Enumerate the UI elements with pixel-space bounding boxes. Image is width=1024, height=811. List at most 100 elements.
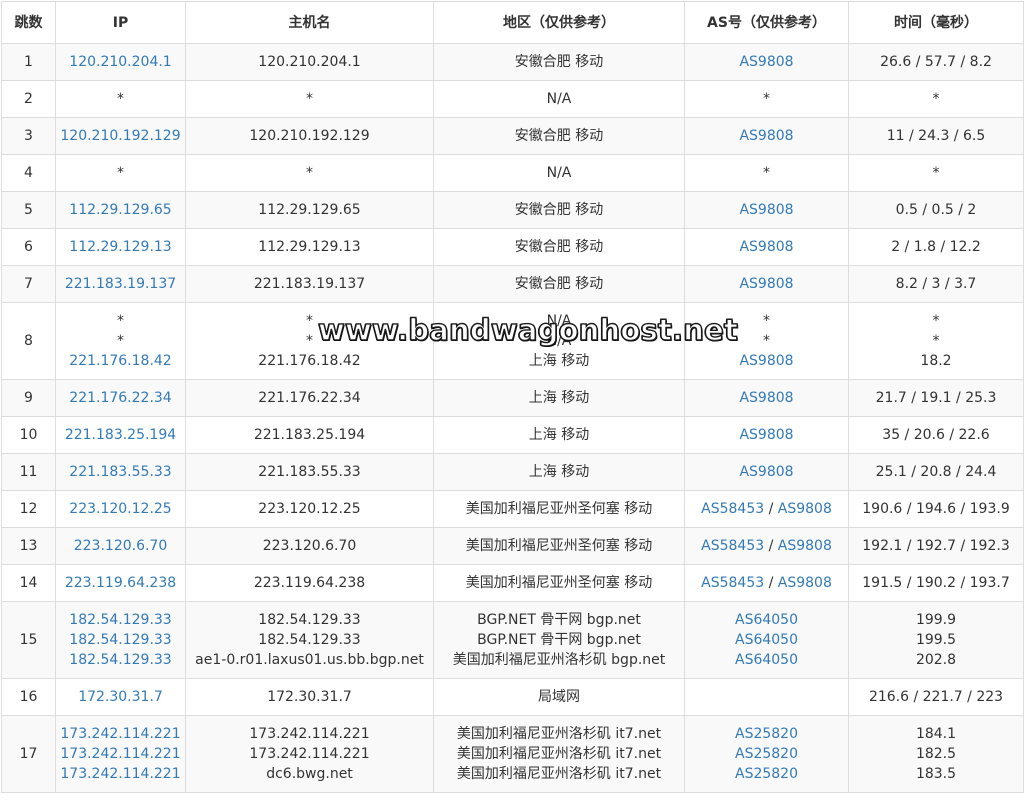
as-link[interactable]: AS9808: [739, 427, 793, 443]
hostname-text: 223.120.6.70: [262, 538, 357, 554]
as-line: AS9808: [739, 202, 793, 218]
as-link[interactable]: AS25820: [735, 746, 798, 762]
host-cell: 223.120.6.70: [185, 527, 434, 565]
time-cell: *: [848, 80, 1024, 118]
ip-link[interactable]: 223.120.12.25: [69, 501, 171, 517]
as-line: AS9808: [739, 390, 793, 406]
ip-link[interactable]: 221.183.55.33: [69, 464, 171, 480]
ip-link[interactable]: 221.176.18.42: [60, 351, 181, 371]
location-text: 美国加利福尼亚州圣何塞 移动: [465, 538, 653, 554]
as-line: AS9808: [739, 239, 793, 255]
header-row: 跳数 IP 主机名 地区（仅供参考） AS号（仅供参考） 时间（毫秒）: [1, 1, 1024, 44]
time-text: 0.5 / 0.5 / 2: [895, 202, 977, 218]
hostname-text: 112.29.129.65: [258, 202, 361, 218]
table-row: 17 173.242.114.221 173.242.114.221 173.242.…: [1, 715, 1024, 793]
time-cell: 191.5 / 190.2 / 193.7: [848, 564, 1024, 602]
hop-cell: 16: [1, 678, 56, 716]
ip-link[interactable]: 221.183.25.194: [65, 427, 176, 443]
ip-link[interactable]: 172.30.31.7: [78, 689, 163, 705]
as-line: AS9808: [739, 128, 793, 144]
hostname-text: dc6.bwg.net: [266, 766, 353, 782]
as-link[interactable]: AS9808: [778, 538, 832, 554]
ip-link[interactable]: 221.183.19.137: [65, 276, 176, 292]
location-text: 上海 移动: [528, 427, 590, 443]
as-link[interactable]: AS64050: [735, 632, 798, 648]
ip-link[interactable]: 120.210.204.1: [69, 54, 171, 70]
ip-link[interactable]: 223.120.6.70: [74, 538, 168, 554]
as-link[interactable]: AS9808: [778, 501, 832, 517]
as-cell: AS9808: [684, 379, 849, 417]
as-link[interactable]: AS9808: [739, 464, 793, 480]
table-body: 1 120.210.204.1 120.210.204.1 安徽合肥 移动 AS9808…: [1, 43, 1024, 793]
loc-cell: 局域网: [433, 678, 685, 716]
as-link[interactable]: AS58453: [701, 538, 764, 554]
loc-cell: 美国加利福尼亚州圣何塞 移动: [433, 490, 685, 528]
as-link[interactable]: AS58453: [701, 501, 764, 517]
as-link[interactable]: AS9808: [739, 276, 793, 292]
as-link[interactable]: AS9808: [739, 54, 793, 70]
time-text: 21.7 / 19.1 / 25.3: [875, 390, 997, 406]
ip-cell: 223.120.6.70: [55, 527, 186, 565]
loc-cell: N/A N/A 上海 移动: [433, 302, 685, 380]
location-text: 上海 移动: [528, 353, 590, 369]
as-cell: *: [684, 80, 849, 118]
ip-cell: 182.54.129.33 182.54.129.33 182.54.129.33: [55, 601, 186, 679]
table-row: 10 221.183.25.194 221.183.25.194 上海 移动 AS980…: [1, 416, 1024, 454]
loc-cell: 安徽合肥 移动: [433, 117, 685, 155]
location-text: N/A: [546, 313, 572, 329]
ip-cell: 221.183.19.137: [55, 265, 186, 303]
time-text: 190.6 / 194.6 / 193.9: [862, 501, 1010, 517]
header-location: 地区（仅供参考）: [433, 1, 685, 44]
as-link[interactable]: AS9808: [739, 390, 793, 406]
as-cell: AS58453 / AS9808: [684, 564, 849, 602]
as-link[interactable]: AS25820: [735, 726, 798, 742]
host-cell: *: [185, 80, 434, 118]
ip-link[interactable]: 182.54.129.33: [60, 610, 181, 630]
header-hop: 跳数: [1, 1, 56, 44]
ip-link[interactable]: 221.176.22.34: [69, 390, 171, 406]
as-link[interactable]: AS9808: [739, 128, 793, 144]
as-link[interactable]: AS9808: [739, 202, 793, 218]
as-link[interactable]: AS25820: [735, 766, 798, 782]
as-line: AS9808: [739, 54, 793, 70]
host-cell: 221.183.25.194: [185, 416, 434, 454]
ip-cell: 223.120.12.25: [55, 490, 186, 528]
ip-link[interactable]: 112.29.129.13: [69, 239, 171, 255]
location-text: 美国加利福尼亚州洛杉矶 it7.net: [456, 766, 662, 782]
as-line: AS9808: [739, 427, 793, 443]
as-link[interactable]: AS9808: [739, 353, 793, 369]
as-link[interactable]: AS64050: [735, 652, 798, 668]
ip-link[interactable]: 182.54.129.33: [60, 630, 181, 650]
loc-cell: 上海 移动: [433, 379, 685, 417]
as-link[interactable]: AS9808: [778, 575, 832, 591]
time-text: 216.6 / 221.7 / 223: [868, 689, 1004, 705]
as-link[interactable]: AS9808: [739, 239, 793, 255]
hostname-text: 120.210.192.129: [249, 128, 370, 144]
as-link[interactable]: AS64050: [735, 612, 798, 628]
ip-link[interactable]: 112.29.129.65: [69, 202, 171, 218]
ip-link[interactable]: 173.242.114.221: [60, 764, 181, 784]
ip-cell: *: [55, 80, 186, 118]
time-text: *: [932, 333, 940, 349]
location-text: 上海 移动: [528, 464, 590, 480]
as-line: *: [689, 331, 844, 351]
ip-link[interactable]: 120.210.192.129: [60, 128, 180, 144]
time-cell: 35 / 20.6 / 22.6: [848, 416, 1024, 454]
table-row: 14 223.119.64.238 223.119.64.238 美国加利福尼亚州圣何…: [1, 564, 1024, 602]
ip-link[interactable]: 182.54.129.33: [60, 650, 181, 670]
ip-link[interactable]: 223.119.64.238: [65, 575, 176, 591]
hop-cell: 9: [1, 379, 56, 417]
as-line: AS64050: [689, 650, 844, 670]
ip-cell: 112.29.129.65: [55, 191, 186, 229]
as-line: AS64050: [689, 610, 844, 630]
host-cell: 120.210.192.129: [185, 117, 434, 155]
loc-cell: 上海 移动: [433, 416, 685, 454]
location-text: 安徽合肥 移动: [514, 276, 604, 292]
hostname-text: 173.242.114.221: [249, 746, 370, 762]
as-placeholder: *: [763, 333, 770, 349]
table-row: 4 * * N/A * *: [1, 154, 1024, 192]
as-link[interactable]: AS58453: [701, 575, 764, 591]
ip-link[interactable]: 173.242.114.221: [60, 744, 181, 764]
hop-cell: 17: [1, 715, 56, 793]
ip-link[interactable]: 173.242.114.221: [60, 724, 181, 744]
